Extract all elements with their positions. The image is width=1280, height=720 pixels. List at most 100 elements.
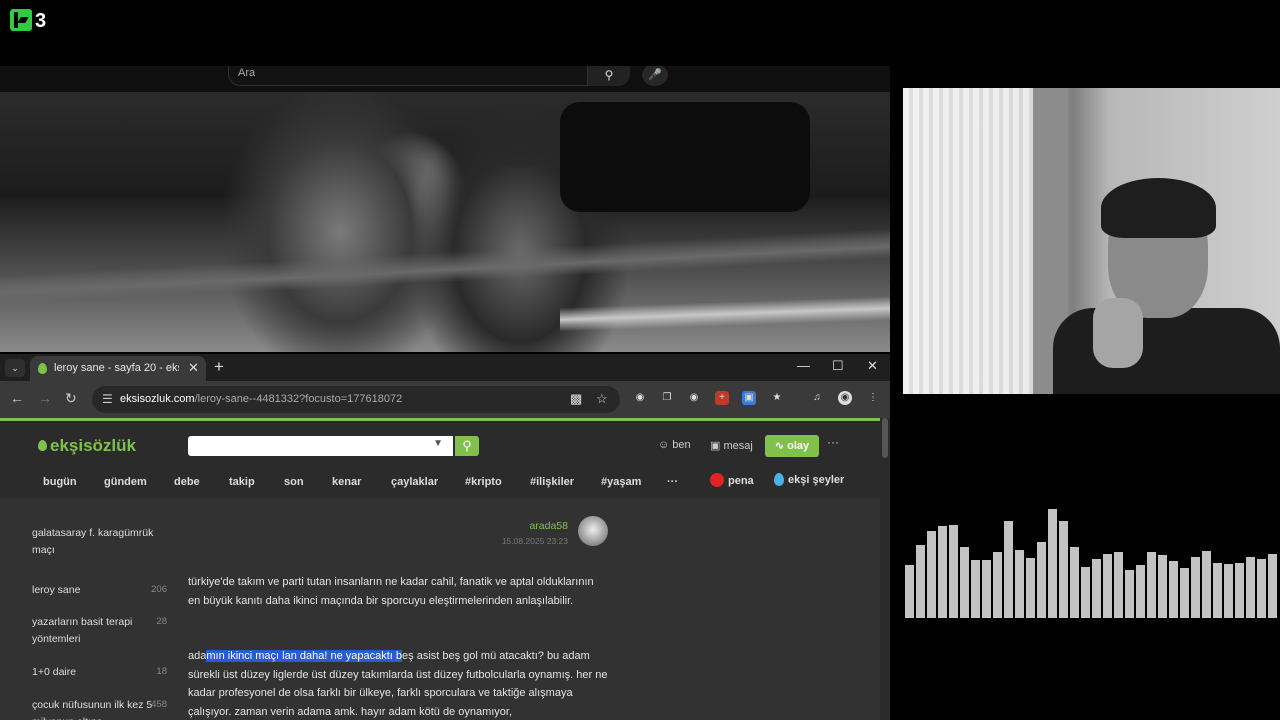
olay-button[interactable]: ∿ olay [765,435,819,457]
entry-paragraph-1: türkiye'de takım ve parti tutan insanlar… [188,576,594,607]
camera-extension-icon[interactable]: ◉ [633,391,647,405]
visualizer-bar [916,545,925,618]
maximize-icon[interactable]: ☐ [832,358,844,374]
sidebar-item-title: yazarların basit terapi yöntemleri [32,616,133,645]
nav-caylaklar[interactable]: çaylaklar [391,476,438,488]
author-avatar[interactable] [578,516,608,546]
visualizer-bar [1235,563,1244,618]
close-tab-icon[interactable]: ✕ [188,360,199,376]
user-link[interactable]: ☺ ben [658,439,691,451]
media-control-icon[interactable]: ♫ [810,391,824,405]
reload-icon[interactable]: ↻ [65,390,77,407]
bookmark-star-icon[interactable]: ☆ [596,391,608,407]
entry-paragraph-2: adamın ikinci maçı lan daha! ne yapacakt… [188,647,608,720]
close-window-icon[interactable]: ✕ [867,358,878,374]
site-logo-text: ekşisözlük [50,436,136,455]
circle-extension-icon[interactable]: ◉ [687,391,701,405]
visualizer-bar [1059,521,1068,618]
tab-active[interactable]: leroy sane - sayfa 20 - ekşi sözlük ✕ [30,356,206,381]
sidebar-item-leroy-sane[interactable]: leroy sane 206 [32,582,167,599]
address-bar[interactable]: ☰ eksisozluk.com/leroy-sane--4481332?foc… [92,386,620,413]
pena-link[interactable]: pena [710,473,754,487]
entry-author[interactable]: arada58 [529,520,568,532]
nav-son[interactable]: son [284,476,304,488]
sidebar-item-title: çocuk nüfusunun ilk kez 5 milyonun altın… [32,699,153,720]
sidebar-item-title: galatasaray f. karagümrük maçı [32,527,154,556]
tabs-extension-icon[interactable]: ❐ [660,391,674,405]
install-app-icon[interactable]: ▩ [570,391,582,407]
profile-avatar-icon[interactable]: ◉ [838,391,852,405]
tab-strip: ⌄ leroy sane - sayfa 20 - ekşi sözlük ✕ … [0,354,890,381]
topic-sidebar: galatasaray f. karagümrük maçı leroy san… [22,498,172,720]
sidebar-item-count: 458 [151,699,167,710]
sidebar-item-cocuk-nufusu[interactable]: çocuk nüfusunun ilk kez 5 milyonun altın… [32,697,167,720]
eksi-seyler-link[interactable]: ekşi şeyler [774,473,844,486]
image-extension-icon[interactable]: ▣ [742,391,756,405]
nav-more[interactable]: ··· [667,476,678,488]
youtube-search-input[interactable]: Ara [228,66,588,86]
chevron-down-icon[interactable]: ▼ [433,438,443,449]
visualizer-bar [971,560,980,618]
drop-icon [774,473,784,486]
site-search-button[interactable]: ⚲ [455,436,479,456]
web-page: ekşisözlük ▼ ⚲ ☺ ben ▣ mesaj ∿ olay ··· … [0,418,880,720]
visualizer-bar [1246,557,1255,618]
visualizer-bar [1158,555,1167,618]
back-icon[interactable]: ← [10,390,24,406]
minimize-icon[interactable]: — [797,358,810,373]
visualizer-bar [1191,557,1200,618]
page-scrollbar[interactable] [880,418,890,720]
nav-kenar[interactable]: kenar [332,476,361,488]
sidebar-item-count: 206 [151,584,167,595]
site-logo[interactable]: ekşisözlük [38,436,136,456]
youtube-search-placeholder: Ara [238,67,256,79]
visualizer-bar [1202,551,1211,618]
mic-icon[interactable]: 🎤 [642,66,668,86]
entry-date[interactable]: 15.08.2025 23:23 [502,536,568,546]
channel-logo: 3 [10,9,50,35]
red-extension-icon[interactable]: + [715,391,729,405]
visualizer-bar [1004,521,1013,618]
nav-kripto[interactable]: #kripto [465,476,502,488]
site-info-icon[interactable]: ☰ [102,392,113,406]
video-frame [0,92,890,352]
visualizer-bar [1136,565,1145,618]
site-search-input[interactable]: ▼ [188,436,453,456]
entry: arada58 15.08.2025 23:23 türkiye'de takı… [188,498,608,720]
visualizer-bar [927,531,936,618]
visualizer-bar [1037,542,1046,618]
eksi-favicon-icon [38,363,47,374]
sidebar-item-karagumruk[interactable]: galatasaray f. karagümrük maçı [32,525,167,558]
menu-kebab-icon[interactable]: ⋮ [866,391,880,405]
visualizer-bar [982,560,991,618]
nav-bugun[interactable]: bugün [43,476,77,488]
nav-iliskiler[interactable]: #ilişkiler [530,476,574,488]
forward-icon[interactable]: → [38,390,52,406]
k-logo-icon [10,9,32,31]
nav-yasam[interactable]: #yaşam [601,476,641,488]
sidebar-item-terapi[interactable]: yazarların basit terapi yöntemleri 28 [32,614,167,647]
scrollbar-thumb[interactable] [882,418,888,458]
puzzle-extension-icon[interactable]: ★ [770,391,784,405]
visualizer-bar [1048,509,1057,618]
pena-label: pena [728,475,754,487]
visualizer-bar [1070,547,1079,618]
tab-search-icon[interactable]: ⌄ [5,359,25,377]
video-panel: Ara ⚲ 🎤 [0,66,890,352]
message-icon: ▣ [710,440,721,452]
url-domain: eksisozluk.com [120,393,195,405]
user-label: ben [672,439,691,451]
visualizer-bar [1180,568,1189,618]
nav-gundem[interactable]: gündem [104,476,147,488]
site-header: ekşisözlük ▼ ⚲ ☺ ben ▣ mesaj ∿ olay ··· … [0,418,880,498]
visualizer-bar [1268,554,1277,618]
header-more-button[interactable]: ··· [827,435,839,449]
browser-window: ⌄ leroy sane - sayfa 20 - ekşi sözlük ✕ … [0,354,890,720]
new-tab-button[interactable]: + [214,357,224,377]
nav-takip[interactable]: takip [229,476,255,488]
search-icon[interactable]: ⚲ [588,66,630,86]
visualizer-bar [1125,570,1134,618]
nav-debe[interactable]: debe [174,476,200,488]
message-link[interactable]: ▣ mesaj [710,439,753,452]
sidebar-item-daire[interactable]: 1+0 daire 18 [32,664,167,681]
